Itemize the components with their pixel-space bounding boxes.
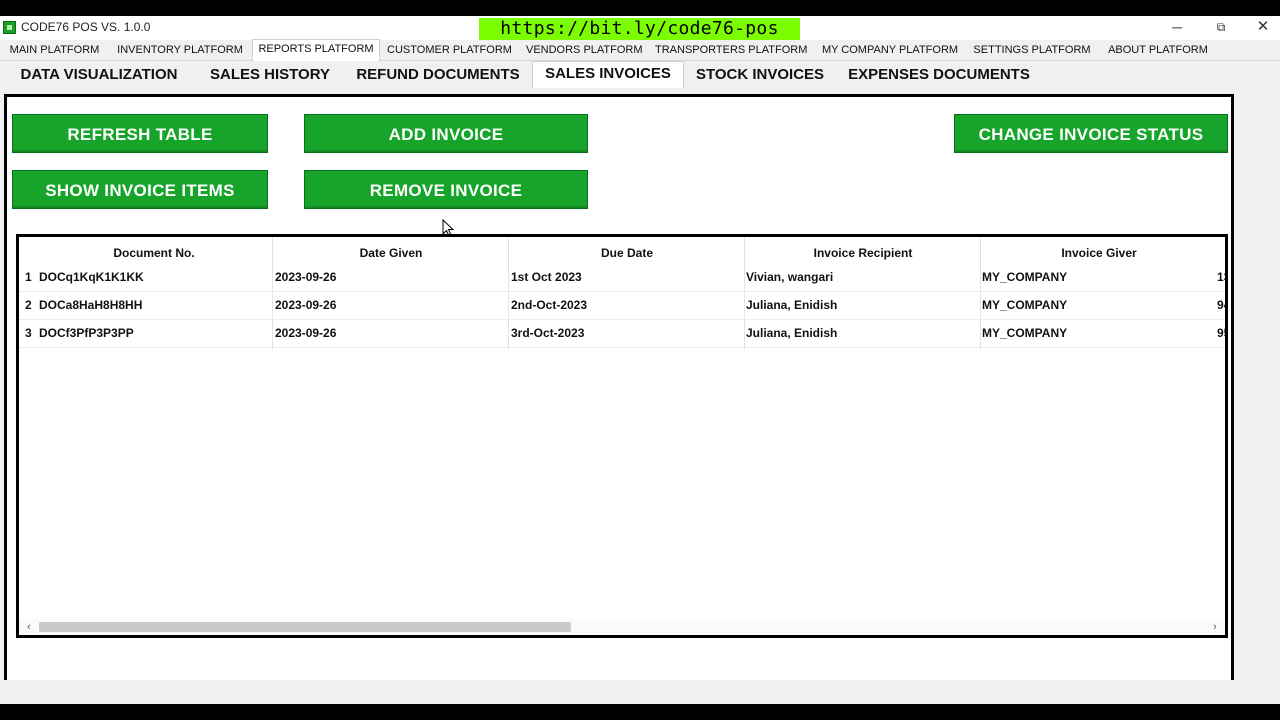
column-header-document-no[interactable]: Document No. bbox=[36, 243, 272, 263]
scroll-left-icon[interactable]: ‹ bbox=[21, 619, 37, 635]
refresh-table-button[interactable]: REFRESH TABLE bbox=[12, 114, 268, 153]
cell-invoice-giver: MY_COMPANY bbox=[982, 298, 1068, 312]
tab-expenses-documents[interactable]: EXPENSES DOCUMENTS bbox=[840, 63, 1038, 86]
tab-transporters-platform[interactable]: TRANSPORTERS PLATFORM bbox=[655, 41, 807, 59]
cell-due-date: 2nd-Oct-2023 bbox=[511, 298, 588, 312]
maximize-icon[interactable]: ⧉ bbox=[1198, 16, 1244, 40]
scroll-right-icon[interactable]: › bbox=[1207, 619, 1223, 635]
promo-link: https://bit.ly/code76-pos bbox=[479, 18, 800, 40]
scrollbar-thumb[interactable] bbox=[39, 622, 571, 632]
cell-invoice-recipient: Juliana, Enidish bbox=[746, 298, 838, 312]
tab-settings-platform[interactable]: SETTINGS PLATFORM bbox=[972, 41, 1092, 59]
row-number: 3 bbox=[25, 326, 32, 340]
tab-inventory-platform[interactable]: INVENTORY PLATFORM bbox=[114, 41, 246, 59]
show-invoice-items-button[interactable]: SHOW INVOICE ITEMS bbox=[12, 170, 268, 209]
tab-my-company-platform[interactable]: MY COMPANY PLATFORM bbox=[820, 41, 960, 59]
tab-refund-documents[interactable]: REFUND DOCUMENTS bbox=[348, 63, 528, 86]
table-row[interactable]: 2 DOCa8HaH8H8HH 2023-09-26 2nd-Oct-2023 … bbox=[19, 291, 1225, 320]
app-logo-icon bbox=[3, 21, 16, 34]
cell-date-given: 2023-09-26 bbox=[275, 298, 337, 312]
cell-document-no: DOCf3PfP3P3PP bbox=[39, 326, 134, 340]
row-number: 1 bbox=[25, 270, 32, 284]
cell-document-no: DOCa8HaH8H8HH bbox=[39, 298, 143, 312]
cell-due-date: 3rd-Oct-2023 bbox=[511, 326, 585, 340]
column-header-date-given[interactable]: Date Given bbox=[273, 243, 509, 263]
change-invoice-status-button[interactable]: CHANGE INVOICE STATUS bbox=[954, 114, 1228, 153]
cell-truncated: 95 bbox=[1217, 326, 1225, 340]
cell-date-given: 2023-09-26 bbox=[275, 270, 337, 284]
cell-invoice-recipient: Vivian, wangari bbox=[746, 270, 834, 284]
table-row[interactable]: 3 DOCf3PfP3P3PP 2023-09-26 3rd-Oct-2023 … bbox=[19, 319, 1225, 348]
tab-stock-invoices[interactable]: STOCK INVOICES bbox=[688, 63, 832, 86]
window-title: CODE76 POS VS. 1.0.0 bbox=[21, 20, 151, 34]
cell-due-date: 1st Oct 2023 bbox=[511, 270, 582, 284]
horizontal-scrollbar[interactable]: ‹ › bbox=[19, 619, 1225, 635]
report-tabs: DATA VISUALIZATION SALES HISTORY REFUND … bbox=[0, 61, 1280, 88]
cell-invoice-giver: MY_COMPANY bbox=[982, 326, 1068, 340]
tab-main-platform[interactable]: MAIN PLATFORM bbox=[4, 41, 105, 59]
row-number: 2 bbox=[25, 298, 32, 312]
minimize-icon[interactable]: ─ bbox=[1154, 16, 1200, 40]
platform-tabs: MAIN PLATFORM INVENTORY PLATFORM REPORTS… bbox=[0, 39, 1280, 61]
tab-vendors-platform[interactable]: VENDORS PLATFORM bbox=[526, 41, 643, 59]
tab-customer-platform[interactable]: CUSTOMER PLATFORM bbox=[385, 41, 514, 59]
tab-reports-platform[interactable]: REPORTS PLATFORM bbox=[252, 39, 380, 61]
title-bar: CODE76 POS VS. 1.0.0 https://bit.ly/code… bbox=[0, 16, 1280, 40]
column-header-invoice-recipient[interactable]: Invoice Recipient bbox=[745, 243, 981, 263]
tab-data-visualization[interactable]: DATA VISUALIZATION bbox=[6, 63, 192, 86]
cell-invoice-giver: MY_COMPANY bbox=[982, 270, 1068, 284]
tab-about-platform[interactable]: ABOUT PLATFORM bbox=[1104, 41, 1212, 59]
sales-invoices-panel: REFRESH TABLE ADD INVOICE CHANGE INVOICE… bbox=[4, 94, 1234, 704]
cell-date-given: 2023-09-26 bbox=[275, 326, 337, 340]
column-header-due-date[interactable]: Due Date bbox=[509, 243, 745, 263]
tab-sales-invoices[interactable]: SALES INVOICES bbox=[532, 61, 684, 88]
cell-invoice-recipient: Juliana, Enidish bbox=[746, 326, 838, 340]
column-header-invoice-giver[interactable]: Invoice Giver bbox=[981, 243, 1217, 263]
cell-truncated: 94 bbox=[1217, 298, 1225, 312]
window-bottom-strip bbox=[0, 680, 1280, 704]
table-row[interactable]: 1 DOCq1KqK1K1KK 2023-09-26 1st Oct 2023 … bbox=[19, 263, 1225, 292]
app-window: CODE76 POS VS. 1.0.0 https://bit.ly/code… bbox=[0, 16, 1280, 704]
add-invoice-button[interactable]: ADD INVOICE bbox=[304, 114, 588, 153]
invoices-table: Document No. Date Given Due Date Invoice… bbox=[16, 234, 1228, 638]
tab-sales-history[interactable]: SALES HISTORY bbox=[200, 63, 340, 86]
remove-invoice-button[interactable]: REMOVE INVOICE bbox=[304, 170, 588, 209]
close-icon[interactable]: ✕ bbox=[1240, 16, 1280, 40]
cell-truncated: 13 bbox=[1217, 270, 1225, 284]
cell-document-no: DOCq1KqK1K1KK bbox=[39, 270, 144, 284]
